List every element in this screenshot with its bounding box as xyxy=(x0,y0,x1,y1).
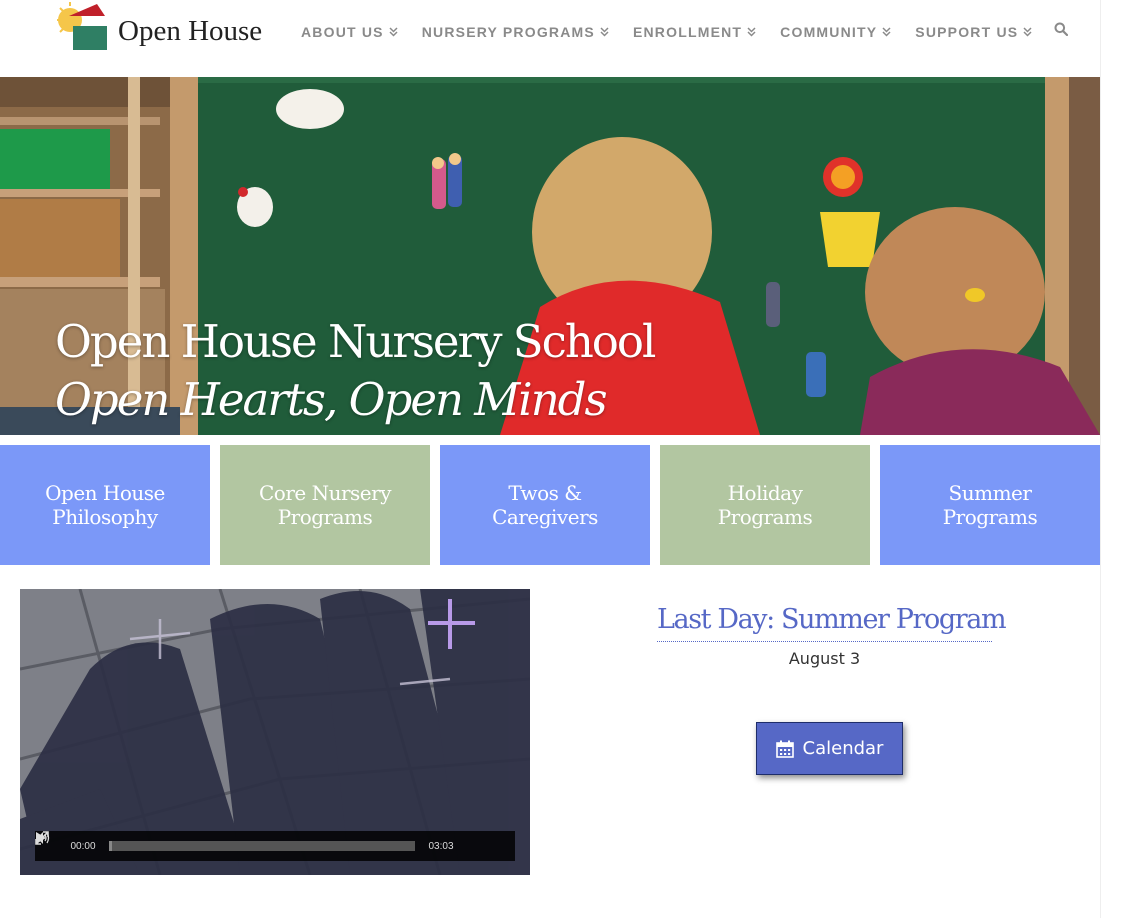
event-date: August 3 xyxy=(788,649,861,668)
page: Open House ABOUT US NURSERY PROGRAMS ENR… xyxy=(0,0,1100,918)
site-header: Open House ABOUT US NURSERY PROGRAMS ENR… xyxy=(0,0,1100,77)
video-progress-rail[interactable] xyxy=(109,841,415,851)
featured-event: Last Day: Summer Program August 3 xyxy=(657,604,1007,668)
tile-label: Open House Philosophy xyxy=(45,481,165,529)
hero-banner: Open House Nursery School Open Hearts, O… xyxy=(0,77,1100,435)
tile-label: Core Nursery Programs xyxy=(259,481,392,529)
nav-label: SUPPORT US xyxy=(915,23,1019,40)
logo-text: Open House xyxy=(118,15,263,47)
tile-open-house-philosophy[interactable]: Open House Philosophy xyxy=(0,445,210,565)
calendar-button[interactable]: Calendar xyxy=(756,722,903,775)
chevron-down-icon xyxy=(1023,26,1032,37)
search-icon xyxy=(1054,22,1069,37)
video-progress-fill xyxy=(109,841,112,851)
fullscreen-button[interactable] xyxy=(35,831,515,861)
nav-label: NURSERY PROGRAMS xyxy=(421,23,595,40)
chevron-down-icon xyxy=(882,26,891,37)
tile-holiday-programs[interactable]: Holiday Programs xyxy=(660,445,870,565)
nav-item-support-us[interactable]: SUPPORT US xyxy=(915,24,1032,40)
tile-label: Summer Programs xyxy=(942,481,1038,529)
nav-label: ENROLLMENT xyxy=(632,23,743,40)
event-title-link[interactable]: Last Day: Summer Program xyxy=(657,604,1007,642)
nav-label: ABOUT US xyxy=(301,23,384,40)
calendar-button-label: Calendar xyxy=(802,738,884,759)
chevron-down-icon xyxy=(747,26,756,37)
page-gutter xyxy=(1100,0,1126,918)
video-player[interactable]: 00:00 03:03 xyxy=(20,589,530,875)
nav-item-enrollment[interactable]: ENROLLMENT xyxy=(633,24,756,40)
tile-twos-caregivers[interactable]: Twos & Caregivers xyxy=(440,445,650,565)
tile-label: Twos & Caregivers xyxy=(492,481,598,529)
nav-item-about-us[interactable]: ABOUT US xyxy=(301,24,398,40)
volume-button[interactable] xyxy=(36,831,487,861)
chevron-down-icon xyxy=(389,26,398,37)
chevron-down-icon xyxy=(600,26,609,37)
main-nav: ABOUT US NURSERY PROGRAMS ENROLLMENT COM… xyxy=(301,22,1069,41)
logo-mark-icon xyxy=(57,2,107,50)
hero-title: Open House Nursery School xyxy=(55,315,656,368)
nav-item-nursery-programs[interactable]: NURSERY PROGRAMS xyxy=(422,24,609,40)
tile-label: Holiday Programs xyxy=(717,481,813,529)
program-tiles: Open House Philosophy Core Nursery Progr… xyxy=(0,445,1100,565)
nav-label: COMMUNITY xyxy=(780,23,878,40)
video-duration: 03:03 xyxy=(428,840,454,852)
site-logo[interactable]: Open House xyxy=(55,0,285,60)
video-current-time: 00:00 xyxy=(70,840,96,852)
hero-tagline: Open Hearts, Open Minds xyxy=(55,373,608,426)
tile-summer-programs[interactable]: Summer Programs xyxy=(880,445,1100,565)
video-controls: 00:00 03:03 xyxy=(35,831,515,861)
fullscreen-icon xyxy=(35,831,49,845)
nav-item-community[interactable]: COMMUNITY xyxy=(780,24,891,40)
calendar-icon xyxy=(775,740,794,758)
search-button[interactable] xyxy=(1054,22,1069,41)
tile-core-nursery-programs[interactable]: Core Nursery Programs xyxy=(220,445,430,565)
